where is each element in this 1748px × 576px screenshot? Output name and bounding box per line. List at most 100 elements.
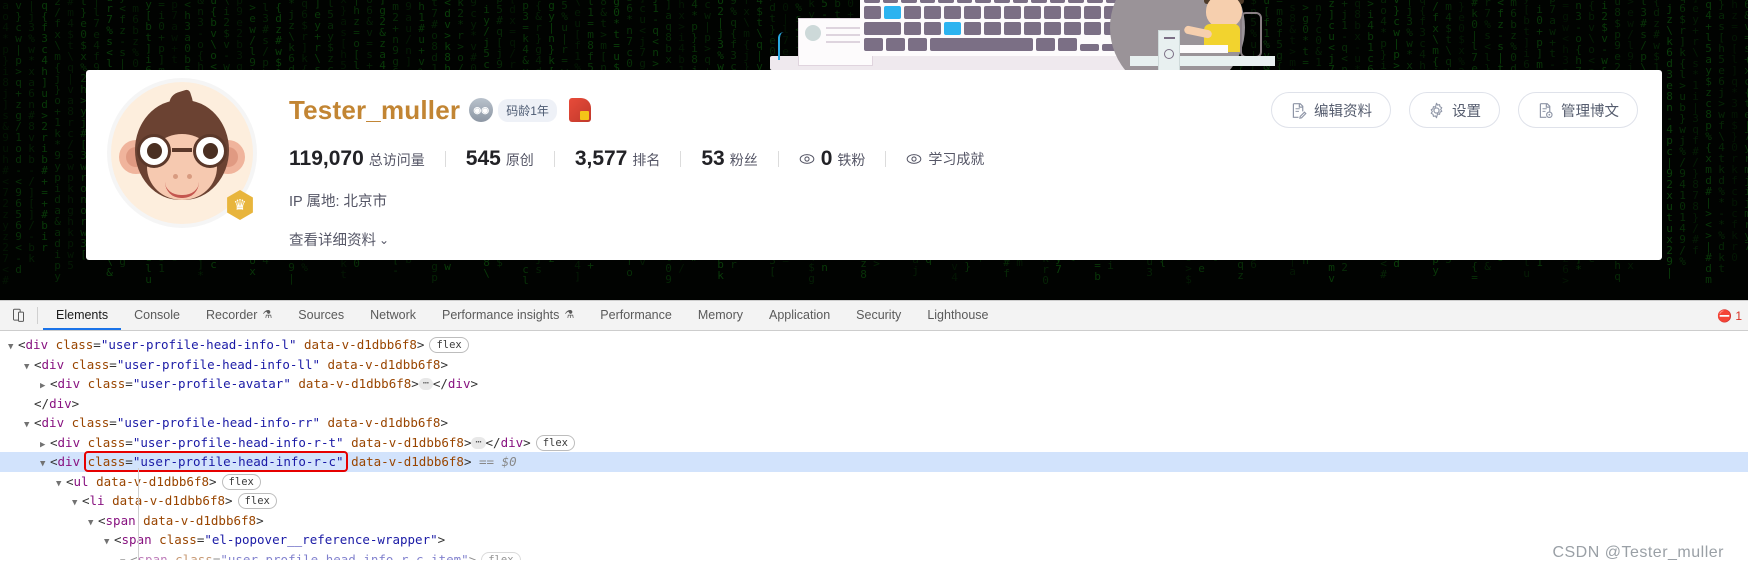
tab-label: Memory: [697, 307, 743, 322]
dom-tree-row[interactable]: <div class="user-profile-head-info-rr" d…: [0, 413, 1748, 433]
tab-console[interactable]: Console: [121, 301, 193, 330]
tab-label: Lighthouse: [927, 307, 989, 322]
matrix-column: q 4 + l 5 a y $ z c 8 p % { x m d # | > …: [1705, 0, 1713, 286]
dom-tree-row[interactable]: <span class="el-popover__reference-wrapp…: [0, 530, 1748, 550]
code-age-badge[interactable]: 码龄1年: [498, 98, 557, 122]
tab-sources[interactable]: Sources: [285, 301, 357, 330]
stat-followers[interactable]: 53 粉丝: [701, 147, 757, 171]
flex-badge[interactable]: flex: [429, 337, 469, 353]
stat-rank[interactable]: 3,577 排名: [575, 147, 661, 171]
dom-punctuation: >: [463, 434, 472, 450]
stat-label: 排名: [632, 152, 661, 168]
dom-punctuation: <: [34, 356, 42, 372]
tab-elements[interactable]: Elements: [43, 301, 122, 330]
ip-location-row: IP 属地: 北京市: [289, 190, 1642, 211]
stat-iron-fans[interactable]: 0 铁粉: [799, 147, 866, 171]
tab-security[interactable]: Security: [843, 301, 914, 330]
dom-punctuation: <: [18, 337, 26, 352]
tab-recorder[interactable]: Recorder ⚗: [193, 301, 285, 330]
dom-attribute-value: "el-popover__reference-wrapper": [204, 532, 438, 547]
dom-punctuation: >: [71, 395, 80, 411]
device-toolbar-icon[interactable]: [4, 301, 32, 330]
view-detail-label: 查看详细资料: [289, 233, 376, 249]
desk-top: [1130, 56, 1275, 66]
flex-badge[interactable]: flex: [535, 434, 575, 451]
matrix-column: v 9 % q { f 3 c 4 h ] u d > 2 r i b # + …: [41, 0, 49, 254]
expand-children-icon[interactable]: ⋯: [471, 436, 486, 449]
edit-profile-button[interactable]: 编辑资料: [1271, 92, 1391, 128]
settings-button[interactable]: 设置: [1409, 92, 1500, 128]
page-root: a o 4 * p } i 8 j ] s & 9 u h # < 7 2 z …: [0, 0, 1748, 576]
view-detail-link[interactable]: 查看详细资料 ⌄: [289, 229, 389, 250]
dom-attribute-name: class: [71, 415, 110, 430]
tab-performance[interactable]: Performance: [587, 301, 685, 330]
stat-original-posts[interactable]: 545 原创: [466, 147, 534, 171]
stat-value: 0: [820, 147, 833, 170]
dom-tree[interactable]: <div class="user-profile-head-info-l" da…: [0, 331, 1748, 560]
stat-label: 铁粉: [837, 152, 866, 168]
glasses-bridge: [172, 148, 192, 152]
stat-label: 学习成就: [928, 151, 985, 167]
dom-tree-row[interactable]: <div class="user-profile-head-info-ll" d…: [0, 355, 1748, 375]
tab-application[interactable]: Application: [756, 301, 843, 330]
dom-tree-row[interactable]: <div class="user-profile-head-info-r-c" …: [0, 451, 1748, 472]
flex-badge[interactable]: flex: [237, 493, 277, 509]
dom-punctuation: =: [125, 376, 133, 391]
monkey-pupil: [203, 143, 218, 159]
collapse-triangle-icon[interactable]: [120, 553, 130, 560]
dom-tree-row[interactable]: <li data-v-d1dbb6f8> flex: [0, 491, 1748, 511]
error-count-badge[interactable]: ⛔ 1: [1717, 309, 1742, 323]
dom-tree-row[interactable]: <div class="user-profile-avatar" data-v-…: [0, 374, 1748, 394]
stats-row: 119,070 总访问量 545 原创 3,577 排名 53 粉丝 0 铁粉 …: [289, 144, 1642, 174]
dom-tag-name: span: [105, 512, 136, 528]
tab-label: Performance insights: [441, 307, 560, 322]
stat-separator: [444, 151, 446, 167]
dom-tag-name: div: [57, 434, 81, 450]
stat-total-visits[interactable]: 119,070 总访问量: [289, 147, 425, 171]
tab-memory[interactable]: Memory: [685, 301, 756, 330]
dom-punctuation: </: [485, 434, 501, 450]
stat-learning-achievement[interactable]: 学习成就: [906, 149, 984, 169]
highlighted-class-attribute[interactable]: class="user-profile-head-info-r-c": [83, 451, 348, 472]
ip-location-label: IP 属地:: [289, 194, 340, 210]
error-circle-icon: ⛔: [1717, 308, 1733, 323]
stat-separator: [777, 151, 779, 167]
dom-tree-row-partial[interactable]: <span class="user-profile-head-info-r-c-…: [0, 550, 1748, 560]
stat-label: 总访问量: [368, 152, 425, 168]
matrix-column: * j z \ k 6 d 3 e 8 n - 4 p c | 9 2 x u …: [1666, 0, 1674, 279]
keyboard-row: [864, 38, 1121, 51]
dom-punctuation: >: [411, 376, 419, 391]
expand-children-icon[interactable]: ⋯: [418, 378, 433, 390]
dom-punctuation: >: [416, 337, 425, 352]
flex-badge[interactable]: flex: [221, 473, 261, 490]
dom-punctuation: =: [93, 337, 101, 352]
error-count: 1: [1735, 308, 1742, 323]
tab-performance-insights[interactable]: Performance insights ⚗: [429, 301, 587, 330]
banner-person-illustration: [1100, 0, 1300, 72]
tab-network[interactable]: Network: [357, 301, 429, 330]
dom-tree-row[interactable]: <ul data-v-d1dbb6f8>flex: [0, 472, 1748, 492]
office-chair: [1240, 12, 1262, 58]
keyboard-row: [864, 6, 1121, 19]
dom-attribute-name: data-v-d1dbb6f8: [327, 415, 441, 430]
dom-attribute-name: data-v-d1dbb6f8: [351, 434, 464, 450]
dom-tree-row[interactable]: </div>: [0, 394, 1748, 414]
dom-tree-row[interactable]: <div class="user-profile-head-info-r-t" …: [0, 433, 1748, 453]
devtools-panel: Elements Console Recorder ⚗ Sources Network Pe…: [0, 300, 1748, 576]
dom-punctuation: >: [256, 512, 264, 528]
dom-attribute-name: data-v-d1dbb6f8: [143, 512, 257, 528]
red-medal-icon[interactable]: [568, 98, 591, 122]
eye-icon: [906, 151, 922, 167]
manage-articles-button[interactable]: 管理博文: [1518, 92, 1638, 128]
flex-badge[interactable]: flex: [481, 551, 521, 560]
dom-tree-row[interactable]: <span data-v-d1dbb6f8>: [0, 511, 1748, 531]
dom-attribute-name: class: [87, 434, 126, 450]
tab-lighthouse[interactable]: Lighthouse: [914, 301, 1001, 330]
avatar[interactable]: ♛: [107, 78, 257, 228]
dom-punctuation: =: [109, 415, 117, 430]
tab-label: Elements: [56, 307, 109, 322]
dom-tree-row[interactable]: <div class="user-profile-head-info-l" da…: [0, 335, 1748, 355]
matrix-column: c q 6 $ r ] k { l > u b } w j % / 9 4 1 …: [1679, 0, 1687, 268]
dom-tag-name: li: [89, 493, 105, 508]
